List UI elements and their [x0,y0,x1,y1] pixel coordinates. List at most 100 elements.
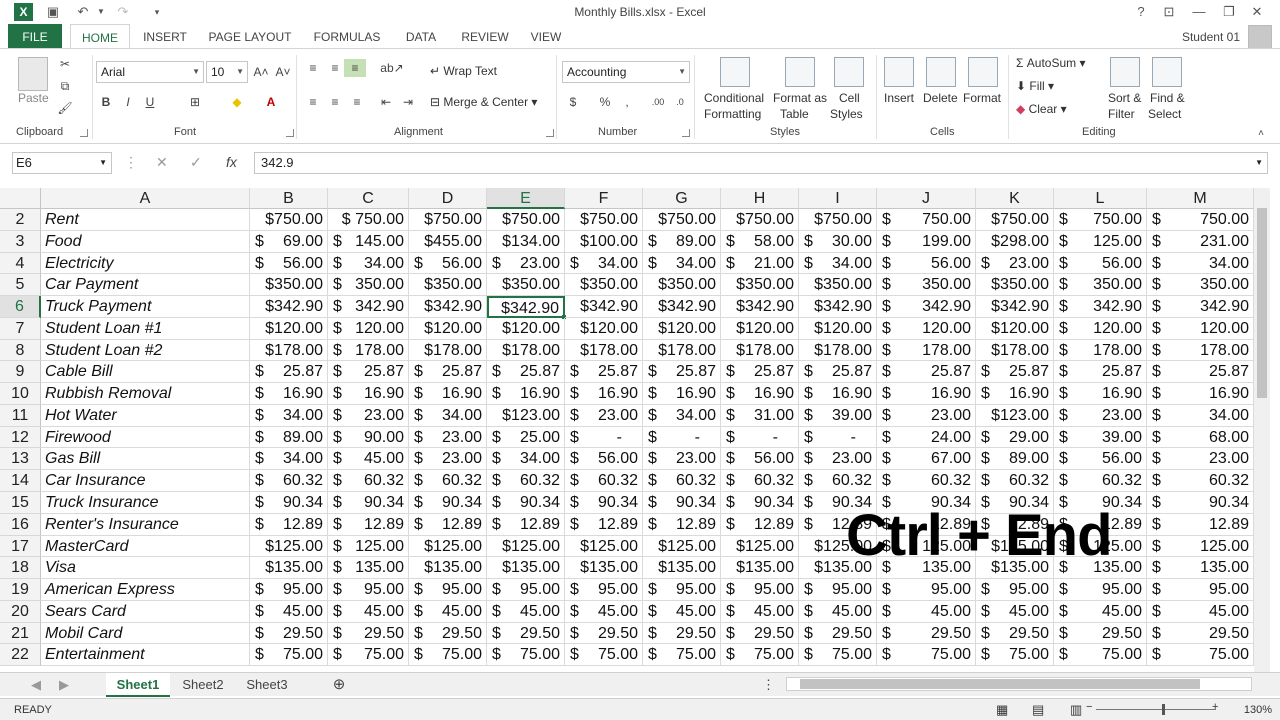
amount-cell[interactable]: $342.90 [799,296,877,318]
amount-cell[interactable]: $89.00 [643,230,721,253]
amount-cell[interactable]: $25.87 [643,361,721,384]
amount-cell[interactable]: $342.90 [1054,296,1147,318]
amount-cell[interactable]: $12.89 [643,513,721,536]
row-header[interactable]: 18 [0,557,41,580]
amount-cell[interactable]: $100.00 [565,230,643,253]
amount-cell[interactable]: $60.32 [1147,470,1254,492]
find-select-button[interactable]: Find & [1150,91,1185,105]
row-header[interactable]: 7 [0,317,41,340]
amount-cell[interactable]: $342.90 [976,296,1054,318]
amount-cell[interactable]: $125.00 [1054,230,1147,253]
formula-input[interactable]: 342.9 ▼ [254,152,1268,174]
tab-view[interactable]: VIEW [526,24,566,48]
amount-cell[interactable]: $45.00 [1147,600,1254,623]
amount-cell[interactable]: $56.00 [1054,252,1147,275]
zoom-level[interactable]: 130% [1244,704,1272,716]
amount-cell[interactable]: $135.00 [565,557,643,580]
fill-button[interactable]: ⬇ Fill ▾ [1016,79,1054,93]
decrease-font-icon[interactable]: A˅ [274,63,292,81]
amount-cell[interactable]: $34.00 [250,404,328,427]
user-name[interactable]: Student 01 [1182,30,1240,44]
wrap-text-button[interactable]: ↵ Wrap Text [430,64,497,78]
clear-button[interactable]: ◆ Clear ▾ [1016,102,1067,116]
amount-cell[interactable]: $ - [799,426,877,449]
amount-cell[interactable]: $95.00 [877,579,976,601]
amount-cell[interactable]: $750.00 [250,209,328,231]
row-header[interactable]: 9 [0,361,41,384]
amount-cell[interactable]: $16.90 [799,383,877,405]
amount-cell[interactable]: $178.00 [409,339,487,362]
amount-cell[interactable]: $178.00 [721,339,799,362]
amount-cell[interactable]: $342.90 [721,296,799,318]
amount-cell[interactable]: $120.00 [1054,317,1147,340]
bill-name-cell[interactable]: Hot Water [41,404,250,427]
paste-button[interactable]: Paste [18,91,49,105]
amount-cell[interactable]: $750.00 [1147,209,1254,231]
cancel-icon[interactable]: ✕ [156,154,168,171]
amount-cell[interactable]: $123.00 [976,404,1054,427]
amount-cell[interactable]: $16.90 [250,383,328,405]
amount-cell[interactable]: $25.87 [565,361,643,384]
bold-button[interactable]: B [98,93,114,111]
amount-cell[interactable]: $75.00 [1147,644,1254,667]
column-header-b[interactable]: B [250,188,328,209]
amount-cell[interactable]: $25.87 [487,361,565,384]
zoom-out-icon[interactable]: − [1086,701,1092,713]
name-box[interactable]: E6 ▼ [12,152,112,174]
amount-cell[interactable]: $123.00 [487,404,565,427]
cell-styles-button[interactable]: Cell [839,91,860,105]
row-header[interactable]: 5 [0,274,41,297]
amount-cell[interactable]: $342.90 [409,296,487,318]
bill-name-cell[interactable]: Rubbish Removal [41,383,250,405]
amount-cell[interactable]: $29.50 [1147,622,1254,645]
amount-cell[interactable]: $350.00 [1054,274,1147,297]
amount-cell[interactable]: $29.50 [409,622,487,645]
amount-cell[interactable]: $178.00 [487,339,565,362]
amount-cell[interactable]: $135.00 [487,557,565,580]
bill-name-cell[interactable]: American Express [41,579,250,601]
align-top-icon[interactable]: ≡ [304,59,322,77]
amount-cell[interactable]: $342.90 [250,296,328,318]
bill-name-cell[interactable]: Student Loan #1 [41,317,250,340]
amount-cell[interactable]: $178.00 [328,339,409,362]
bill-name-cell[interactable]: Cable Bill [41,361,250,384]
close-button[interactable]: ✕ [1244,2,1270,22]
sort-filter-button[interactable]: Sort & [1108,91,1141,105]
amount-cell[interactable]: $750.00 [976,209,1054,231]
page-layout-view-icon[interactable]: ▤ [1032,702,1044,718]
amount-cell[interactable]: $56.00 [877,252,976,275]
amount-cell[interactable]: $12.89 [1147,513,1254,536]
amount-cell[interactable]: $67.00 [877,448,976,471]
format-button[interactable]: Format [963,91,1001,105]
amount-cell[interactable]: $23.00 [409,448,487,471]
fill-color-icon[interactable]: ◆ [228,93,246,111]
amount-cell[interactable]: $750.00 [643,209,721,231]
amount-cell[interactable]: $29.00 [976,426,1054,449]
amount-cell[interactable]: $125.00 [1147,535,1254,558]
column-header-i[interactable]: I [799,188,877,209]
row-header[interactable]: 6 [0,296,41,318]
amount-cell[interactable]: $25.00 [487,426,565,449]
amount-cell[interactable]: $34.00 [643,252,721,275]
amount-cell[interactable]: $350.00 [976,274,1054,297]
amount-cell[interactable]: $95.00 [1147,579,1254,601]
accounting-format-button[interactable]: $ [566,93,580,111]
row-header[interactable]: 19 [0,579,41,601]
column-header-e[interactable]: E [487,188,565,209]
amount-cell[interactable]: $45.00 [1054,600,1147,623]
amount-cell[interactable]: $60.32 [409,470,487,492]
amount-cell[interactable]: $120.00 [721,317,799,340]
column-header-c[interactable]: C [328,188,409,209]
amount-cell[interactable]: $350.00 [721,274,799,297]
amount-cell[interactable]: $16.90 [328,383,409,405]
amount-cell[interactable]: $58.00 [721,230,799,253]
amount-cell[interactable]: $75.00 [643,644,721,667]
amount-cell[interactable]: $178.00 [799,339,877,362]
amount-cell[interactable]: $178.00 [643,339,721,362]
ribbon-display-options-icon[interactable]: ⊡ [1156,2,1182,22]
tab-page-layout[interactable]: PAGE LAYOUT [204,24,296,48]
amount-cell[interactable]: $16.90 [1147,383,1254,405]
amount-cell[interactable]: $23.00 [1054,404,1147,427]
amount-cell[interactable]: $60.32 [976,470,1054,492]
amount-cell[interactable]: $60.32 [643,470,721,492]
